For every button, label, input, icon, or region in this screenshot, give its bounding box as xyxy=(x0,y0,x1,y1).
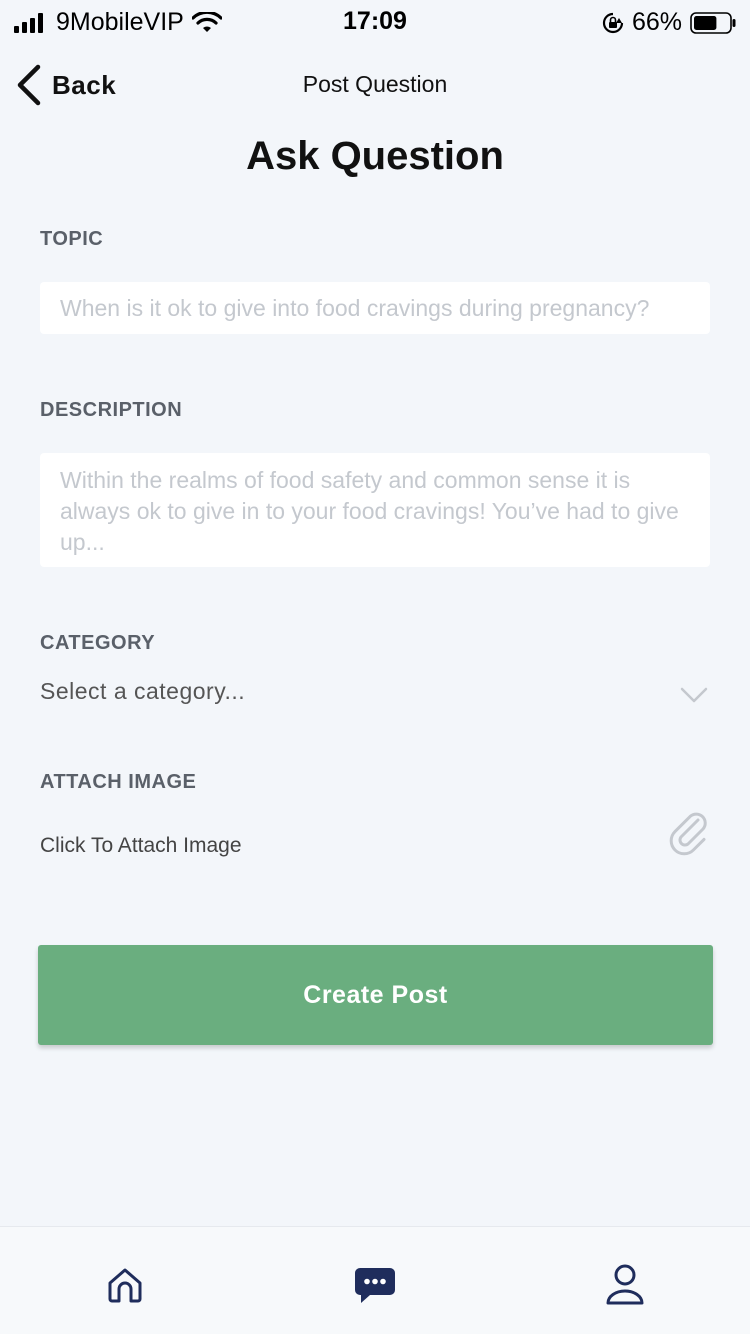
attach-image-text: Click To Attach Image xyxy=(40,834,242,857)
category-value: Select a category... xyxy=(40,678,246,704)
category-select[interactable]: Select a category... xyxy=(40,670,710,720)
paperclip-icon xyxy=(669,812,707,856)
tab-profile[interactable] xyxy=(595,1255,655,1315)
battery-percent: 66% xyxy=(631,8,682,36)
topic-label: TOPIC xyxy=(40,228,104,250)
tab-bar xyxy=(0,1226,750,1334)
category-label: CATEGORY xyxy=(40,632,156,654)
tab-questions[interactable] xyxy=(345,1255,405,1315)
tab-home[interactable] xyxy=(95,1255,155,1315)
status-right: 66% xyxy=(602,8,736,37)
description-label: DESCRIPTION xyxy=(40,399,183,421)
create-post-button[interactable]: Create Post xyxy=(38,945,713,1045)
page-title: Ask Question xyxy=(246,134,504,178)
description-input[interactable] xyxy=(40,453,710,567)
topic-input[interactable] xyxy=(40,282,710,334)
battery-icon xyxy=(690,11,736,34)
attach-image-button[interactable]: Click To Attach Image xyxy=(40,810,710,870)
chevron-down-icon xyxy=(680,687,708,703)
chat-bubble-icon xyxy=(355,1268,395,1303)
nav-title: Post Question xyxy=(302,71,448,97)
user-icon xyxy=(606,1264,644,1305)
home-icon xyxy=(108,1268,142,1303)
status-bar: 9MobileVIP 17:09 66% xyxy=(0,0,750,42)
orientation-lock-icon xyxy=(602,12,624,33)
attach-image-label: ATTACH IMAGE xyxy=(40,771,197,793)
